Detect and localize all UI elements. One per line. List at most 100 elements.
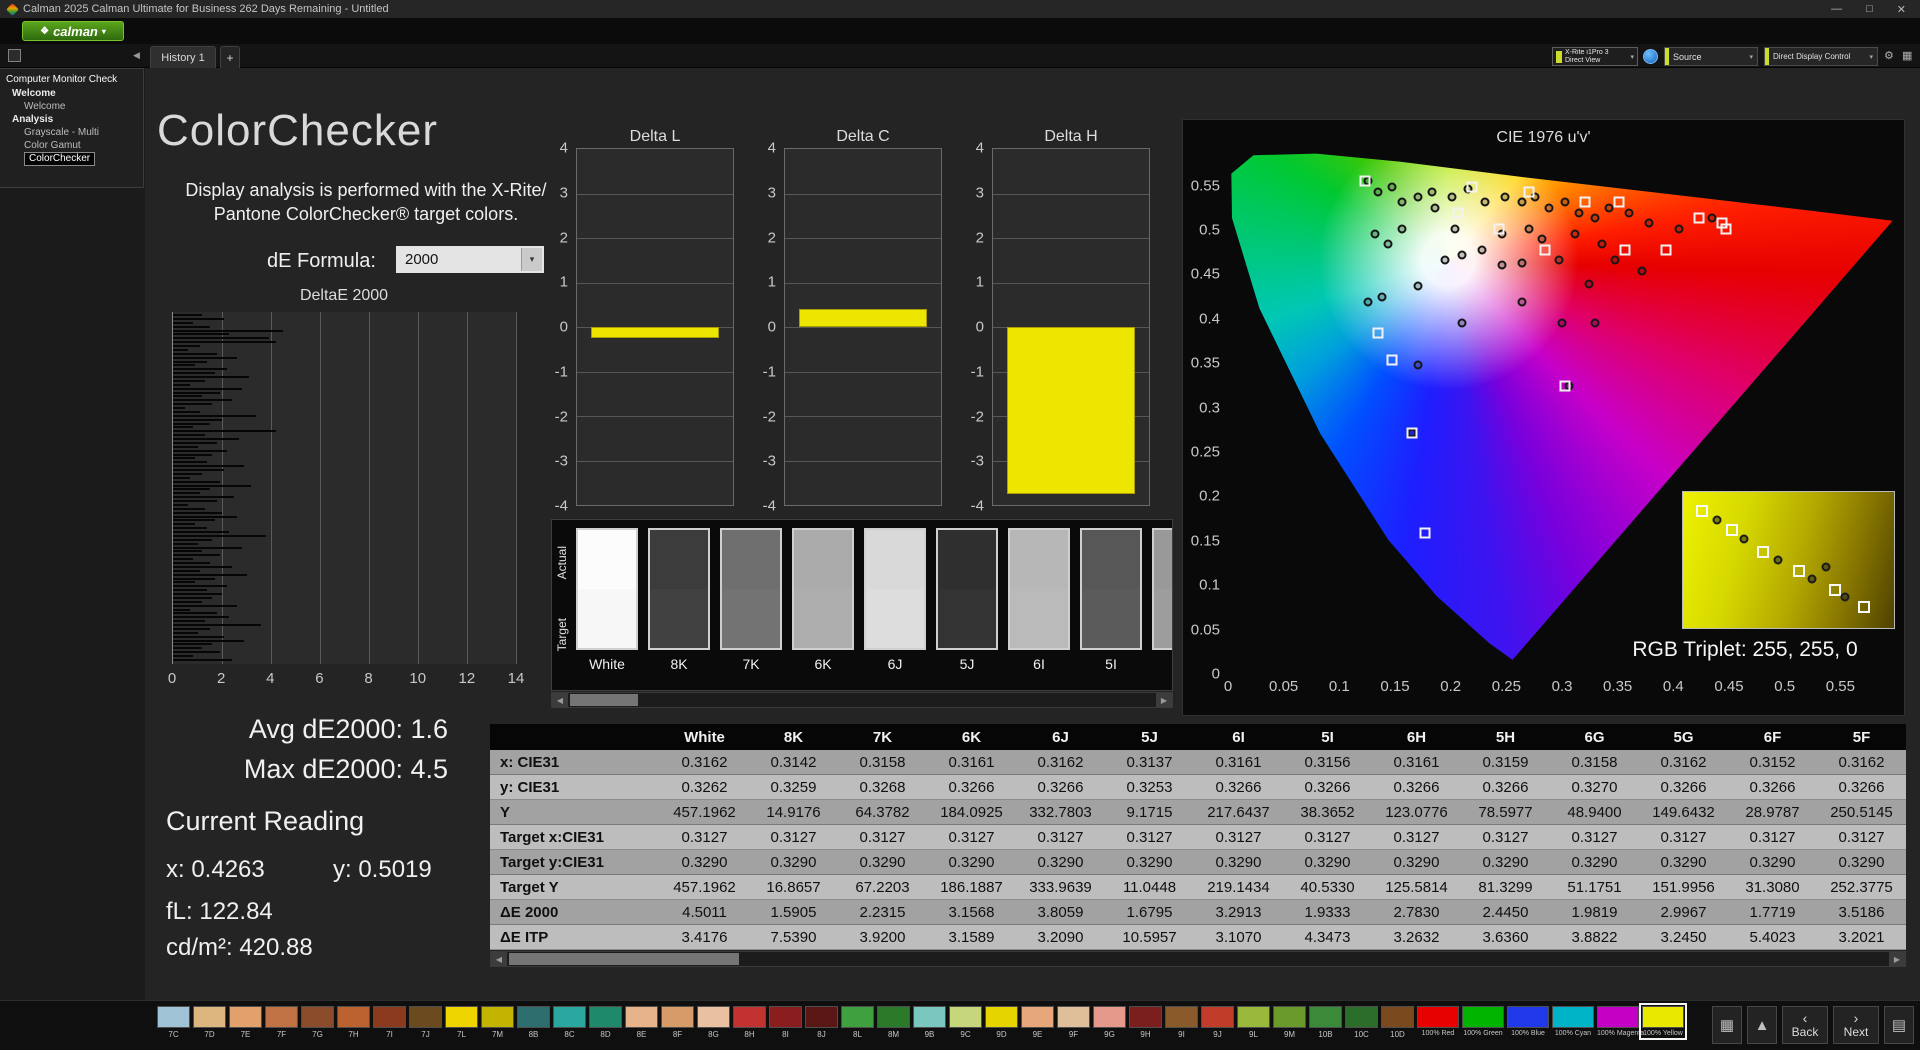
patch-button[interactable]: 8L: [841, 1006, 874, 1039]
close-button[interactable]: ✕: [1897, 3, 1906, 16]
swatch-patch[interactable]: 5I: [1080, 528, 1142, 672]
swatch-strip-panel: Actual Target White8K7K6K6J5J6I5I6H: [551, 519, 1173, 691]
patch-button[interactable]: 10D: [1381, 1006, 1414, 1039]
patch-button[interactable]: 8C: [553, 1006, 586, 1039]
sidebar-section-analysis[interactable]: Analysis: [0, 113, 143, 126]
description-line-2: Pantone ColorChecker® target colors.: [150, 202, 582, 226]
swatch-patch[interactable]: 6H: [1152, 528, 1173, 672]
axis-tick-label: 4: [976, 140, 984, 157]
minimize-button[interactable]: —: [1831, 3, 1842, 16]
meter-connection-icon[interactable]: [1643, 49, 1658, 64]
calman-menu-button[interactable]: ❖ calman ▾: [22, 21, 124, 41]
sidebar-item-color-gamut[interactable]: Color Gamut: [0, 139, 143, 152]
patch-button[interactable]: 100% Green: [1462, 1006, 1504, 1037]
swatch-patch[interactable]: 6J: [864, 528, 926, 672]
sidebar-item-grayscale-multi[interactable]: Grayscale - Multi: [0, 126, 143, 139]
scroll-right-icon[interactable]: ▶: [1156, 693, 1172, 707]
patch-button[interactable]: 8M: [877, 1006, 910, 1039]
swatch-patch[interactable]: 5J: [936, 528, 998, 672]
deltae-bar: [173, 523, 195, 525]
patch-button[interactable]: 9H: [1129, 1006, 1162, 1039]
swatch-scroll-track[interactable]: [568, 693, 1156, 707]
scroll-left-icon[interactable]: ◀: [491, 952, 507, 966]
patch-button[interactable]: 100% Magenta: [1597, 1006, 1639, 1037]
swatch-patch[interactable]: 8K: [648, 528, 710, 672]
axis-tick-label: 2: [560, 229, 568, 246]
swatch-scrollbar[interactable]: ◀ ▶: [551, 692, 1173, 708]
patch-button[interactable]: 9C: [949, 1006, 982, 1039]
patch-button[interactable]: 9B: [913, 1006, 946, 1039]
patch-button[interactable]: 9J: [1201, 1006, 1234, 1039]
patch-button[interactable]: 8B: [517, 1006, 550, 1039]
patch-button[interactable]: 7E: [229, 1006, 262, 1039]
display-control-dropdown[interactable]: Direct Display Control ▾: [1764, 47, 1878, 66]
table-cell: 9.1715: [1105, 800, 1194, 824]
patch-button[interactable]: 10C: [1345, 1006, 1378, 1039]
patch-button[interactable]: 100% Blue: [1507, 1006, 1549, 1037]
patch-button[interactable]: 7M: [481, 1006, 514, 1039]
patch-button[interactable]: 7H: [337, 1006, 370, 1039]
table-scrollbar[interactable]: ◀ ▶: [490, 951, 1906, 967]
swatch-patch[interactable]: 6K: [792, 528, 854, 672]
deltae-bar: [173, 643, 212, 645]
swatch-scroll-thumb[interactable]: [570, 694, 638, 706]
patch-button[interactable]: 8F: [661, 1006, 694, 1039]
patch-button[interactable]: 8J: [805, 1006, 838, 1039]
filmstrip-icon[interactable]: ▤: [1884, 1006, 1914, 1044]
axis-tick-label: 0.4: [1663, 678, 1684, 695]
sidebar-item-welcome[interactable]: Welcome: [0, 100, 143, 113]
swatch-patch[interactable]: 6I: [1008, 528, 1070, 672]
sidebar-section-welcome[interactable]: Welcome: [0, 87, 143, 100]
patch-button[interactable]: 8I: [769, 1006, 802, 1039]
patch-button[interactable]: 7D: [193, 1006, 226, 1039]
patch-button[interactable]: 100% Cyan: [1552, 1006, 1594, 1037]
panel-toggle-icon[interactable]: [8, 49, 21, 62]
patch-button[interactable]: 7C: [157, 1006, 190, 1039]
patch-button[interactable]: 100% Red: [1417, 1006, 1459, 1037]
patch-button[interactable]: 9E: [1021, 1006, 1054, 1039]
patch-button[interactable]: 9D: [985, 1006, 1018, 1039]
patch-button[interactable]: 8E: [625, 1006, 658, 1039]
table-scroll-thumb[interactable]: [509, 953, 739, 965]
axis-tick-label: 0.55: [1826, 678, 1855, 695]
patch-button[interactable]: 8H: [733, 1006, 766, 1039]
meter-dropdown[interactable]: X-Rite i1Pro 3 Direct View ▾: [1552, 47, 1638, 66]
patch-button[interactable]: 9M: [1273, 1006, 1306, 1039]
next-button[interactable]: › Next: [1833, 1006, 1879, 1044]
swatch-patch[interactable]: White: [576, 528, 638, 672]
patch-button[interactable]: 7F: [265, 1006, 298, 1039]
settings-gear-icon[interactable]: ⚙: [1884, 49, 1894, 62]
patch-button[interactable]: 7J: [409, 1006, 442, 1039]
patch-button[interactable]: 100% Yellow: [1642, 1006, 1684, 1037]
scroll-left-icon[interactable]: ◀: [552, 693, 568, 707]
sidebar-item-colorchecker[interactable]: ColorChecker: [24, 152, 95, 166]
patch-button[interactable]: 9F: [1057, 1006, 1090, 1039]
table-cell: 0.3259: [749, 775, 838, 799]
patch-button[interactable]: 9G: [1093, 1006, 1126, 1039]
patch-button[interactable]: 7G: [301, 1006, 334, 1039]
swatch-patch[interactable]: 7K: [720, 528, 782, 672]
table-scroll-track[interactable]: [507, 952, 1889, 966]
patch-button[interactable]: 8D: [589, 1006, 622, 1039]
workspace-grid-icon[interactable]: ▦: [1902, 49, 1912, 62]
patch-button[interactable]: 10B: [1309, 1006, 1342, 1039]
patch-button[interactable]: 9I: [1165, 1006, 1198, 1039]
source-dropdown[interactable]: Source ▾: [1664, 47, 1758, 66]
patch-button[interactable]: 8G: [697, 1006, 730, 1039]
deltae-bar: [173, 368, 227, 370]
meter-status-square: [1556, 51, 1562, 63]
patch-button[interactable]: 7L: [445, 1006, 478, 1039]
patch-button[interactable]: 7I: [373, 1006, 406, 1039]
sidebar-collapse-icon[interactable]: ◀: [133, 50, 140, 61]
deltae-bar: [173, 554, 220, 556]
page-description: Display analysis is performed with the X…: [150, 178, 582, 226]
pattern-up-icon[interactable]: ▲: [1747, 1006, 1777, 1044]
pattern-window-icon[interactable]: ▦: [1712, 1006, 1742, 1044]
maximize-button[interactable]: □: [1866, 3, 1873, 16]
de-formula-dropdown[interactable]: 2000 ▾: [396, 246, 544, 273]
tab-history-1[interactable]: History 1: [150, 46, 216, 68]
patch-button[interactable]: 9L: [1237, 1006, 1270, 1039]
scroll-right-icon[interactable]: ▶: [1889, 952, 1905, 966]
back-button[interactable]: ‹ Back: [1782, 1006, 1828, 1044]
add-tab-button[interactable]: +: [220, 46, 240, 68]
